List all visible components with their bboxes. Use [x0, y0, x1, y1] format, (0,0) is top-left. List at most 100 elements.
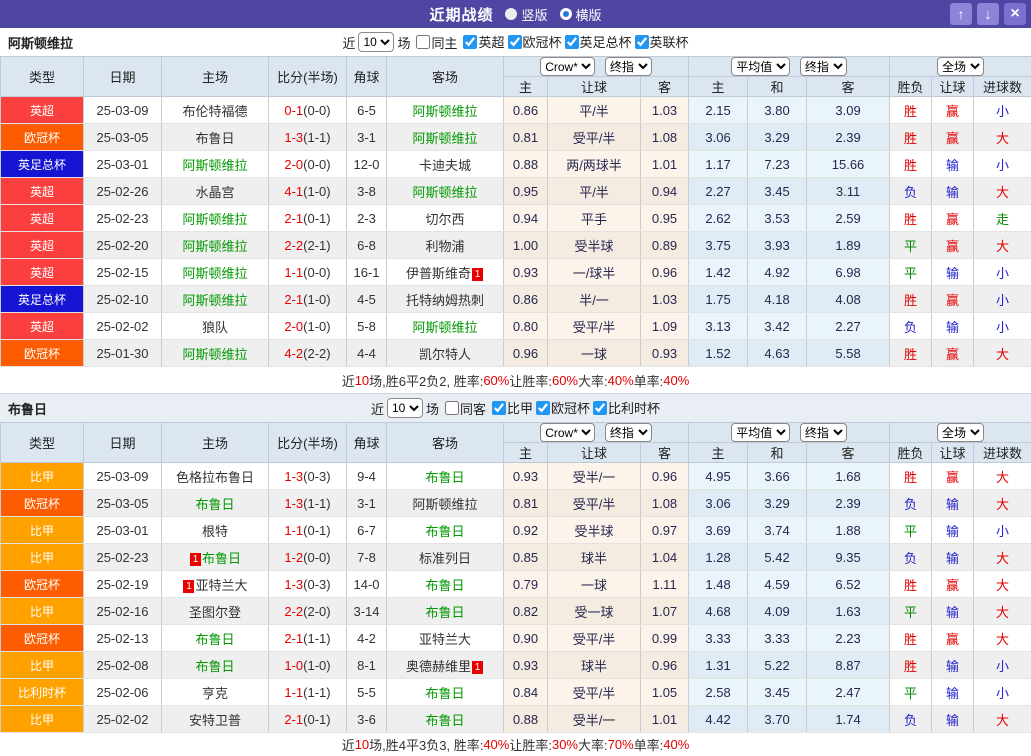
odds-away: 1.03 [641, 97, 689, 124]
bookmaker-group: Crow* 终指 [504, 423, 689, 443]
same-venue-filter[interactable]: 同主 [416, 33, 457, 52]
fulltime-score: 2-1 [284, 211, 303, 226]
layout-radio-horizontal[interactable]: 横版 [560, 5, 602, 24]
avg-away: 2.23 [807, 625, 890, 652]
result-cell: 负 [890, 178, 932, 205]
average-group: 平均值 终指 [689, 57, 890, 77]
halftime-score: (1-1) [303, 496, 330, 511]
handicap-result-cell: 赢 [932, 463, 974, 490]
league-badge: 欧冠杯 [1, 625, 84, 652]
league-checkbox[interactable] [593, 401, 607, 415]
match-date: 25-03-05 [84, 490, 162, 517]
same-venue-filter[interactable]: 同客 [445, 399, 486, 418]
corner-count: 12-0 [347, 151, 387, 178]
goals-result-cell: 小 [974, 151, 1031, 178]
avg-home: 4.68 [689, 598, 748, 625]
league-checkbox[interactable] [492, 401, 506, 415]
avg-home: 1.52 [689, 340, 748, 367]
same-venue-checkbox[interactable] [445, 401, 459, 415]
col-odds-away: 客 [641, 77, 689, 97]
league-badge: 英超 [1, 178, 84, 205]
matches-label: 场 [426, 399, 439, 418]
match-date: 25-02-10 [84, 286, 162, 313]
league-checkbox[interactable] [635, 35, 649, 49]
same-venue-checkbox[interactable] [416, 35, 430, 49]
handicap-result-cell: 输 [932, 151, 974, 178]
final-odds-select[interactable]: 终指 [605, 423, 652, 442]
average-select[interactable]: 平均值 [731, 423, 790, 442]
avg-draw: 4.18 [748, 286, 807, 313]
fulltime-select[interactable]: 全场 [937, 423, 984, 442]
handicap-result-cell: 输 [932, 652, 974, 679]
table-row: 英超 25-02-15 阿斯顿维拉 1-1(0-0) 16-1 伊普斯维奇1 0… [1, 259, 1031, 286]
goals-result-cell: 大 [974, 232, 1031, 259]
home-team: 亨克 [162, 679, 269, 706]
goals-result-cell: 大 [974, 625, 1031, 652]
col-date: 日期 [84, 57, 162, 97]
home-team: 水晶宫 [162, 178, 269, 205]
league-filter[interactable]: 比利时杯 [593, 398, 660, 417]
result-cell: 胜 [890, 571, 932, 598]
avg-draw: 5.42 [748, 544, 807, 571]
layout-radio-vertical[interactable]: 竖版 [505, 5, 547, 24]
corner-count: 3-6 [347, 706, 387, 733]
avg-draw: 4.92 [748, 259, 807, 286]
league-checkbox[interactable] [565, 35, 579, 49]
league-filter[interactable]: 欧冠杯 [508, 32, 562, 51]
league-filter[interactable]: 比甲 [492, 398, 533, 417]
col-result: 胜负 [890, 443, 932, 463]
match-count-select[interactable]: 10 [387, 398, 423, 418]
move-up-button[interactable]: ↑ [950, 3, 972, 25]
rows-body: 比甲 25-03-09 色格拉布鲁日 1-3(0-3) 9-4 布鲁日 0.93… [1, 463, 1031, 733]
match-count-select[interactable]: 10 [358, 32, 394, 52]
fulltime-select[interactable]: 全场 [937, 57, 984, 76]
summary-text: 40% [663, 373, 689, 388]
summary: 近10场,胜6平2负2, 胜率:60% 让胜率:60% 大率:40% 单率:40… [0, 367, 1031, 393]
league-filter[interactable]: 欧冠杯 [536, 398, 590, 417]
col-handicap-result: 让球 [932, 77, 974, 97]
bookmaker-select[interactable]: Crow* [540, 57, 595, 76]
corner-count: 4-5 [347, 286, 387, 313]
halftime-score: (0-0) [303, 550, 330, 565]
odds-handicap: 一球 [548, 571, 641, 598]
league-checkbox[interactable] [463, 35, 477, 49]
final-odds-select-2[interactable]: 终指 [800, 57, 847, 76]
corner-count: 16-1 [347, 259, 387, 286]
goals-result-cell: 大 [974, 124, 1031, 151]
league-filter[interactable]: 英足总杯 [565, 32, 632, 51]
odds-home: 0.88 [504, 706, 548, 733]
same-venue-label: 同主 [431, 33, 457, 52]
match-date: 25-02-26 [84, 178, 162, 205]
odds-home: 0.88 [504, 151, 548, 178]
summary-text: 30% [552, 737, 578, 752]
bookmaker-select[interactable]: Crow* [540, 423, 595, 442]
odds-handicap: 两/两球半 [548, 151, 641, 178]
odds-away: 1.05 [641, 679, 689, 706]
league-checkbox[interactable] [536, 401, 550, 415]
matches-label: 场 [397, 33, 410, 52]
col-away: 客场 [387, 57, 504, 97]
away-team: 布鲁日 [387, 679, 504, 706]
league-filter[interactable]: 英超 [463, 32, 504, 51]
fulltime-group: 全场 [890, 423, 1031, 443]
topbar: 近期战绩 竖版横版 ↑ ↓ × [0, 0, 1031, 28]
match-date: 25-02-08 [84, 652, 162, 679]
close-button[interactable]: × [1004, 3, 1026, 25]
halftime-score: (0-0) [303, 157, 330, 172]
fulltime-score: 2-2 [284, 604, 303, 619]
avg-draw: 4.63 [748, 340, 807, 367]
odds-handicap: 球半 [548, 544, 641, 571]
halftime-score: (2-1) [303, 238, 330, 253]
move-down-button[interactable]: ↓ [977, 3, 999, 25]
table-row: 英超 25-02-02 狼队 2-0(1-0) 5-8 阿斯顿维拉 0.80 受… [1, 313, 1031, 340]
fulltime-score: 2-1 [284, 292, 303, 307]
league-checkbox[interactable] [508, 35, 522, 49]
final-odds-select-2[interactable]: 终指 [800, 423, 847, 442]
final-odds-select[interactable]: 终指 [605, 57, 652, 76]
fulltime-score: 2-1 [284, 712, 303, 727]
league-filter[interactable]: 英联杯 [635, 32, 689, 51]
match-score: 2-1(1-1) [269, 625, 347, 652]
odds-away: 0.97 [641, 517, 689, 544]
average-select[interactable]: 平均值 [731, 57, 790, 76]
match-score: 1-3(0-3) [269, 571, 347, 598]
